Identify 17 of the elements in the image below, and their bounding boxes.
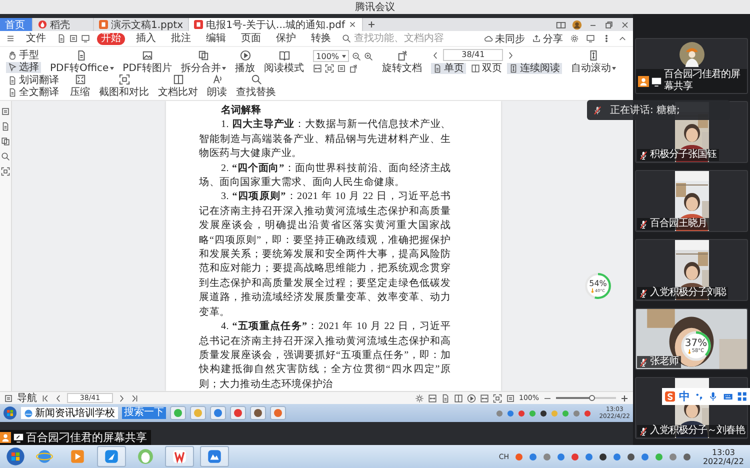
paragraph: 4. “五项重点任务”：2021 年 10 月 22 日，习近平总书记在济南主持召开深入推动黄河流域生态保护和高质量发展座谈会，强调要抓好“五项重点任务”，即：加快构建抵御自然灾害防线；全方位贯彻“四水四定”原则；大力推动生态环境保护治 (199, 320, 451, 391)
meter-percent: 54% (589, 279, 607, 288)
document-heading: 名词解释 (220, 104, 262, 118)
clock-time: 13:03 (712, 448, 736, 456)
participant-name: 百合园刁佳君的屏幕共享 (664, 69, 741, 93)
clock-date: 2022/4/22 (702, 456, 744, 466)
participant-name: 入党积极分子～刘春艳 (650, 425, 745, 437)
paragraph: 1. 四大主导产业：大数据与新一代信息技术产业、智能制造与高端装备产业、精品钢与先进材料产业、生物医药与大健康产业。 (199, 118, 451, 162)
participant-name: 入党积极分子刘聪 (650, 287, 726, 299)
participant-name: 张老师 (650, 356, 678, 368)
share-label: 百合园刁佳君的屏幕共享 (26, 430, 147, 445)
participant-name: 积极分子张国钰 (650, 149, 716, 161)
meter-percent: 37% (684, 338, 708, 349)
window-title: 腾讯会议 (355, 0, 395, 14)
participant-name: 百合园王晓月 (650, 218, 707, 230)
paragraph: 3. “四项原则”：2021 年 10 月 22 日，习近平总书记在济南主持召开深入推动黄河流域生态保护和高质量发展座谈会，明确提出沿黄省区落实黄河重大国家战略“四项原则”，即：要坚持正确政绩观，准确把握保护和发展关系；要统筹发展和安全两件大事，提高风险防范和应对能力；要提高战略思维能力，把系统观念贯穿到生态保护和高质量发展全过程；要坚定走绿色低碳发展道路，推动流域经济发展质量变革、效率变革、动力变革。 (199, 190, 451, 320)
paragraph: 2. “四个面向”：面向世界科技前沿、面向经济主战场、面向国家重大需求、面向人民生命健康。 (199, 162, 451, 190)
